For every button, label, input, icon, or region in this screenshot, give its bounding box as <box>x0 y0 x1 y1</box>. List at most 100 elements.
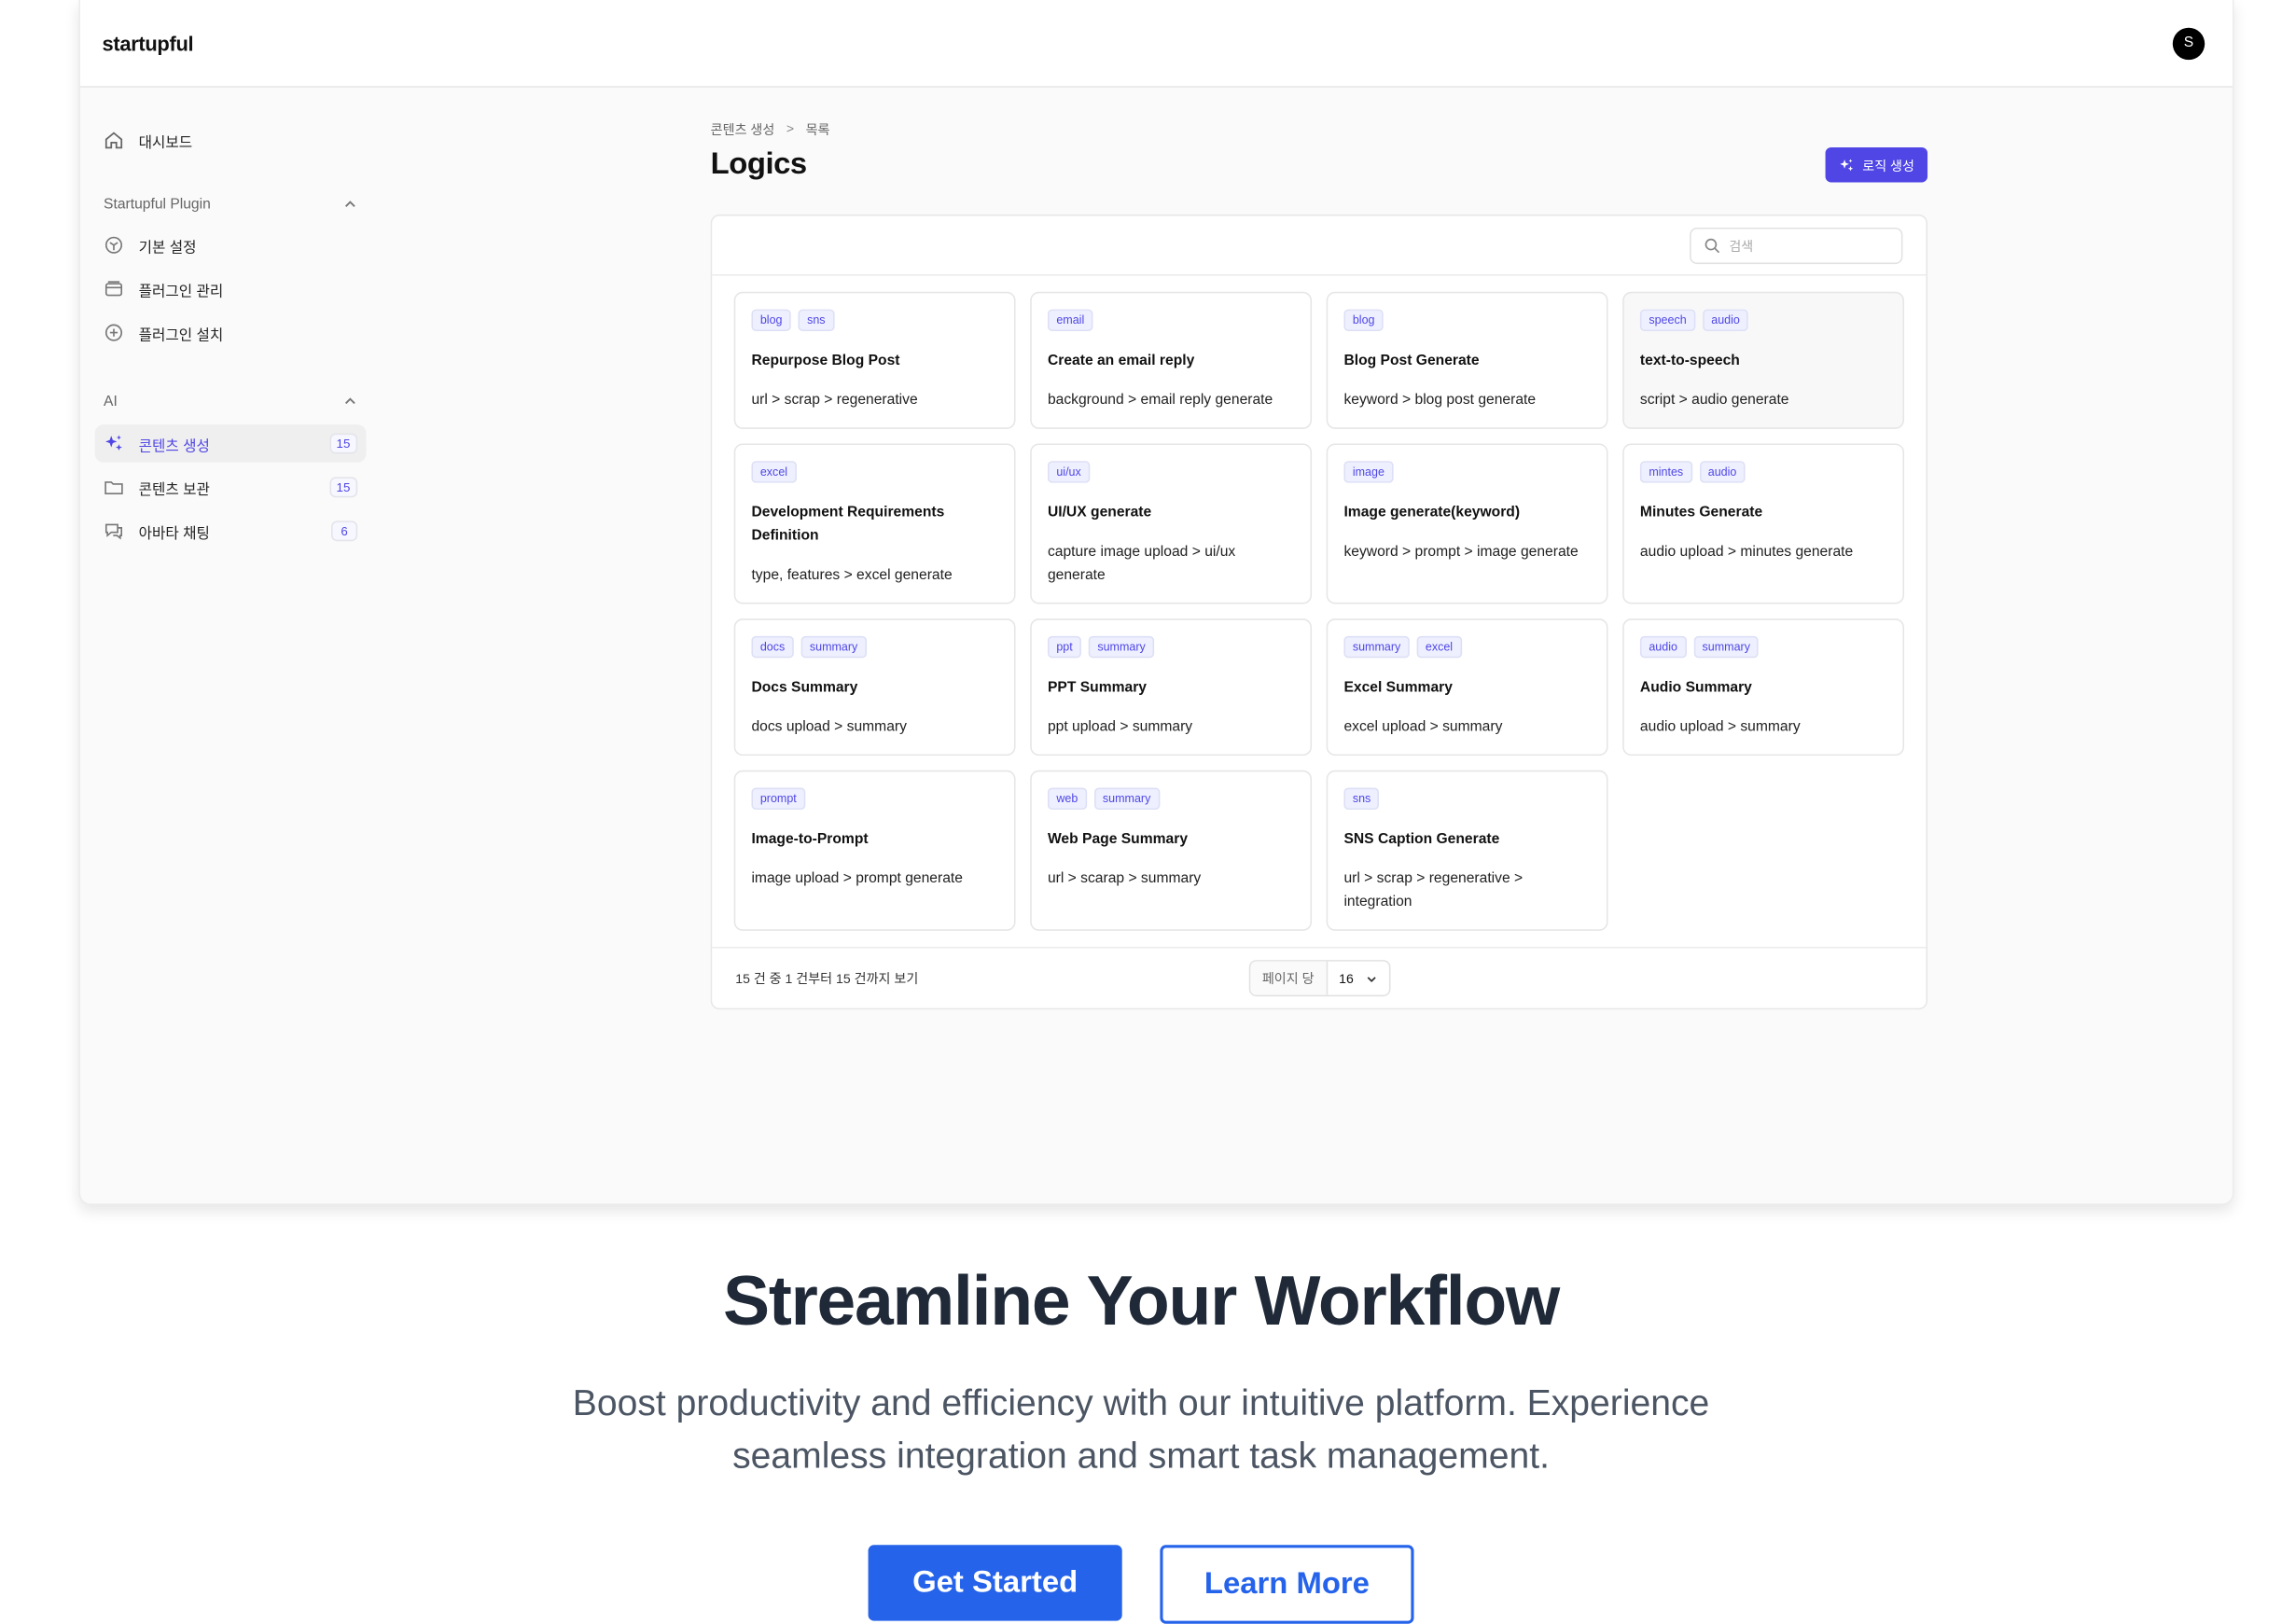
plus-circle-icon <box>104 323 124 343</box>
hero-headline: Streamline Your Workflow <box>723 1263 1560 1341</box>
home-icon <box>104 130 124 150</box>
learn-more-button[interactable]: Learn More <box>1160 1545 1414 1624</box>
logic-card-grid: blog sns Repurpose Blog Post url > scrap > … <box>733 291 1906 931</box>
sidebar-item-label: 기본 설정 <box>138 240 197 257</box>
tag-list: summary excel <box>1343 635 1590 659</box>
card-description: audio upload > summary <box>1639 719 1801 736</box>
logic-card[interactable]: blog sns Repurpose Blog Post url > scrap > … <box>733 291 1016 429</box>
breadcrumb-item[interactable]: 콘텐츠 생성 <box>711 118 775 137</box>
count-badge: 15 <box>328 477 358 498</box>
sidebar-item-plugin-install[interactable]: 플러그인 설치 <box>95 313 367 352</box>
logic-card[interactable]: email Create an email reply background > e… <box>1030 291 1313 429</box>
card-description: url > scarap > summary <box>1047 870 1202 887</box>
tag-badge: blog <box>1343 309 1384 332</box>
tag-badge: speech <box>1639 309 1696 332</box>
brand-logo[interactable]: startupful <box>102 32 193 55</box>
tag-list: docs summary <box>751 635 997 659</box>
tag-badge: summary <box>1693 635 1760 659</box>
create-logic-button[interactable]: 로직 생성 <box>1826 146 1928 183</box>
logic-card[interactable]: image Image generate(keyword) keyword > pr… <box>1326 443 1608 604</box>
tag-list: ui/ux <box>1047 461 1294 484</box>
page-title: Logics <box>710 146 808 181</box>
logic-card[interactable]: blog Blog Post Generate keyword > blog pos… <box>1326 291 1608 429</box>
sidebar-section-ai[interactable]: AI <box>95 386 367 415</box>
card-description: docs upload > summary <box>751 719 907 736</box>
logic-card[interactable]: web summary Web Page Summary url > scarap >… <box>1030 770 1313 931</box>
logic-card[interactable]: summary excel Excel Summary excel upload > … <box>1326 618 1608 756</box>
logic-card[interactable]: prompt Image-to-Prompt image upload > prom… <box>733 770 1016 931</box>
card-title: Development Requirements Definition <box>751 505 945 545</box>
tag-badge: summary <box>1093 787 1160 811</box>
card-description: script > audio generate <box>1639 392 1789 409</box>
card-title: Minutes Generate <box>1639 505 1763 521</box>
card-title: Create an email reply <box>1047 353 1195 369</box>
tag-badge: mintes <box>1639 461 1692 483</box>
card-title: PPT Summary <box>1047 679 1148 697</box>
search-icon <box>1705 238 1720 254</box>
app-window: startupful S 대시보드 Startupful Plugin 기본 설… <box>78 0 2234 1205</box>
sidebar-section-plugin[interactable]: Startupful Plugin <box>95 189 367 218</box>
tag-badge: summary <box>800 635 867 659</box>
tag-badge: summary <box>1343 635 1410 659</box>
panel-footer: 15 건 중 1 건부터 15 건까지 보기 페이지 당 16 <box>712 947 1927 1008</box>
sidebar-item-label: 콘텐츠 보관 <box>138 481 210 499</box>
sidebar-item-label: 플러그인 설치 <box>138 327 224 344</box>
tag-list: web summary <box>1047 787 1294 812</box>
user-avatar[interactable]: S <box>2172 26 2205 60</box>
sidebar-item-content-create[interactable]: 콘텐츠 생성 15 <box>94 424 367 463</box>
section-title: AI <box>104 393 118 409</box>
search-input[interactable] <box>1729 238 1890 254</box>
tag-list: image <box>1343 461 1590 484</box>
sidebar-item-content-archive[interactable]: 콘텐츠 보관 15 <box>95 468 367 507</box>
tag-list: blog <box>1343 309 1590 333</box>
card-title: UI/UX generate <box>1047 505 1152 521</box>
logic-card[interactable]: speech audio text-to-speech script > audio … <box>1622 291 1905 429</box>
per-page-label: 페이지 당 <box>1250 961 1328 995</box>
tag-badge: ui/ux <box>1047 461 1091 483</box>
sidebar-item-label: 아바타 채팅 <box>138 525 210 543</box>
card-description: audio upload > minutes generate <box>1639 544 1854 561</box>
hero-section: Streamline Your Workflow Boost productiv… <box>0 1255 2282 1624</box>
sidebar-item-avatar-chat[interactable]: 아바타 채팅 6 <box>95 512 367 550</box>
logic-card[interactable]: sns SNS Caption Generate url > scrap > reg… <box>1326 770 1608 931</box>
settings-icon <box>104 235 124 256</box>
sidebar-item-basic-settings[interactable]: 기본 설정 <box>95 226 367 264</box>
card-description: capture image upload > ui/ux generate <box>1047 544 1236 584</box>
sidebar-item-dashboard[interactable]: 대시보드 <box>95 121 367 160</box>
card-title: Docs Summary <box>751 679 858 697</box>
chevron-down-icon <box>1367 976 1376 982</box>
tag-list: excel <box>751 461 997 484</box>
title-bar: Logics 로직 생성 <box>710 146 1928 184</box>
archive-icon <box>104 279 124 299</box>
logic-list-panel: blogsnsRepurpose Blog Posturl > scrap > … <box>710 214 1928 1010</box>
per-page-select[interactable]: 페이지 당 16 <box>1248 960 1390 997</box>
tag-badge: summary <box>1088 635 1155 659</box>
section-title: Startupful Plugin <box>104 196 211 213</box>
logic-card[interactable]: mintes audio Minutes Generate audio upload … <box>1622 443 1905 604</box>
logic-card[interactable]: audio summary Audio Summary audio upload > … <box>1622 618 1905 756</box>
card-title: Image-to-Prompt <box>751 831 869 848</box>
sidebar-item-label: 플러그인 관리 <box>138 284 224 300</box>
search-box[interactable] <box>1690 227 1903 265</box>
card-title: Web Page Summary <box>1047 831 1189 848</box>
logic-card[interactable]: excel Development Requirements Definition… <box>733 443 1016 604</box>
tag-list: audio summary <box>1639 635 1886 659</box>
tag-list: blog sns <box>751 309 997 333</box>
sidebar-item-label: 콘텐츠 생성 <box>138 437 210 455</box>
logic-card[interactable]: ppt summary PPT Summary ppt upload > summar… <box>1030 618 1313 756</box>
tag-badge: excel <box>1416 635 1462 659</box>
get-started-button[interactable]: Get Started <box>868 1545 1122 1621</box>
card-title: Blog Post Generate <box>1343 353 1480 369</box>
tag-badge: excel <box>751 461 797 483</box>
card-description: excel upload > summary <box>1343 719 1503 736</box>
button-label: 로직 생성 <box>1862 158 1914 174</box>
card-description: image upload > prompt generate <box>751 870 963 887</box>
logic-card[interactable]: ui/ux UI/UX generate capture image upload … <box>1030 443 1313 604</box>
tag-badge: sns <box>1343 787 1380 811</box>
sidebar-item-plugin-manage[interactable]: 플러그인 관리 <box>95 270 367 308</box>
per-page-value[interactable]: 16 <box>1328 962 1389 995</box>
tag-badge: blog <box>751 309 791 332</box>
tag-badge: audio <box>1702 309 1749 332</box>
sidebar: 대시보드 Startupful Plugin 기본 설정 플러그인 관리 플러그… <box>94 88 367 550</box>
logic-card[interactable]: docs summary Docs Summary docs upload > sum… <box>733 618 1016 756</box>
